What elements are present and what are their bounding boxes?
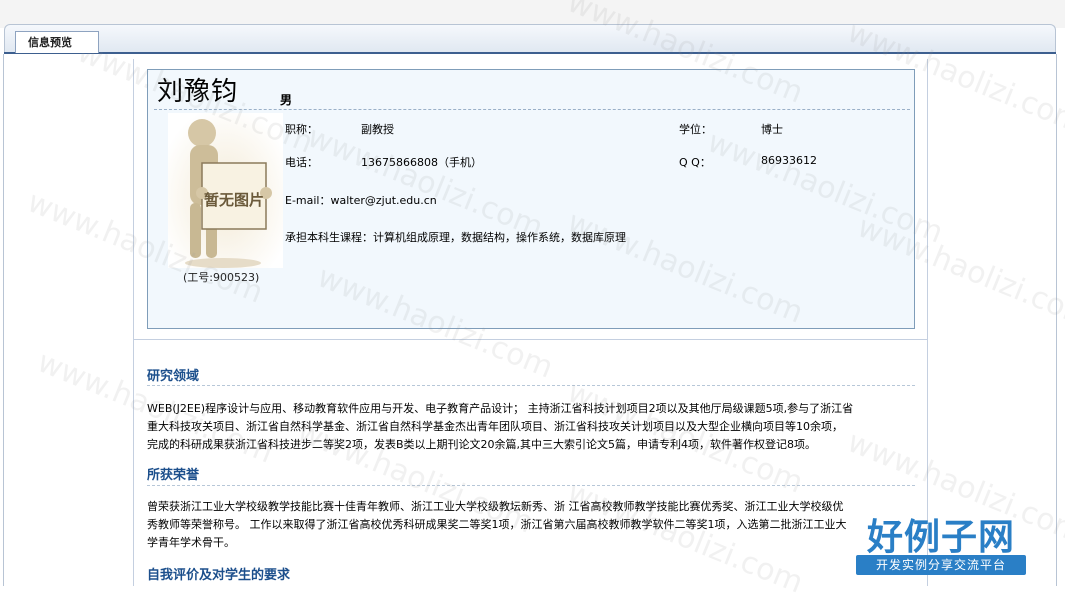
courses-value: 计算机组成原理，数据结构，操作系统，数据库原理	[373, 231, 626, 244]
evaluation-section-title: 自我评价及对学生的要求	[147, 568, 291, 583]
research-line-3: 完成的科研成果获浙江省科技进步二等奖2项，发表B类以上期刊论文20余篇,其中三大…	[147, 438, 817, 451]
profile-divider	[154, 109, 910, 110]
courses-row: 承担本科生课程：计算机组成原理，数据结构，操作系统，数据库原理	[285, 229, 626, 245]
email-field-row: E-mail：walter@zjut.edu.cn	[285, 192, 437, 208]
title-value: 副教授	[361, 123, 394, 136]
logo-sub-text: 开发实例分享交流平台	[856, 555, 1026, 575]
card-separator	[134, 339, 927, 340]
teacher-name: 刘豫钧	[157, 77, 239, 107]
degree-value: 博士	[761, 123, 783, 136]
honors-line-1: 曾荣获浙江工业大学校级教学技能比赛十佳青年教师、浙江工业大学校级教坛新秀、浙 江…	[147, 500, 844, 513]
tab-info-preview[interactable]: 信息预览	[15, 31, 99, 53]
photo-placeholder-text: 暂无图片	[204, 191, 264, 209]
employee-id: (工号:900523)	[183, 271, 260, 284]
tab-bar	[4, 24, 1056, 54]
email-label: E-mail：	[285, 194, 331, 207]
logo-main-text: 好例子网	[866, 517, 1015, 558]
title-label: 职称：	[285, 123, 318, 136]
research-line-1: WEB(J2EE)程序设计与应用、移动教育软件应用与开发、电子教育产品设计； 主…	[147, 402, 854, 415]
qq-label: Q Q：	[679, 156, 711, 169]
research-line-2: 重大科技攻关项目、浙江省自然科学基金、浙江省自然科学基金杰出青年团队项目、浙江省…	[147, 420, 843, 433]
placeholder-person-icon: 暂无图片	[168, 113, 283, 268]
profile-photo-placeholder: 暂无图片	[168, 113, 283, 268]
courses-label: 承担本科生课程：	[285, 231, 373, 244]
email-value[interactable]: walter@zjut.edu.cn	[331, 194, 437, 207]
phone-label: 电话：	[285, 156, 318, 169]
honors-paragraph: 曾荣获浙江工业大学校级教学技能比赛十佳青年教师、浙江工业大学校级教坛新秀、浙 江…	[147, 498, 917, 552]
honors-divider	[147, 485, 915, 486]
honors-line-2: 秀教师等荣誉称号。 工作以来取得了浙江省高校优秀科研成果奖二等奖1项，浙江省第六…	[147, 518, 847, 531]
teacher-gender: 男	[280, 93, 293, 107]
degree-label: 学位：	[679, 123, 712, 136]
research-paragraph: WEB(J2EE)程序设计与应用、移动教育软件应用与开发、电子教育产品设计； 主…	[147, 400, 917, 454]
phone-value: 13675866808（手机）	[361, 156, 482, 169]
site-logo: 好例子网 开发实例分享交流平台	[852, 508, 1030, 578]
honors-line-3: 学青年学术骨干。	[147, 536, 235, 549]
qq-value: 86933612	[761, 154, 817, 167]
honors-section-title: 所获荣誉	[147, 468, 200, 483]
research-divider	[147, 385, 915, 386]
research-section-title: 研究领域	[147, 369, 200, 384]
